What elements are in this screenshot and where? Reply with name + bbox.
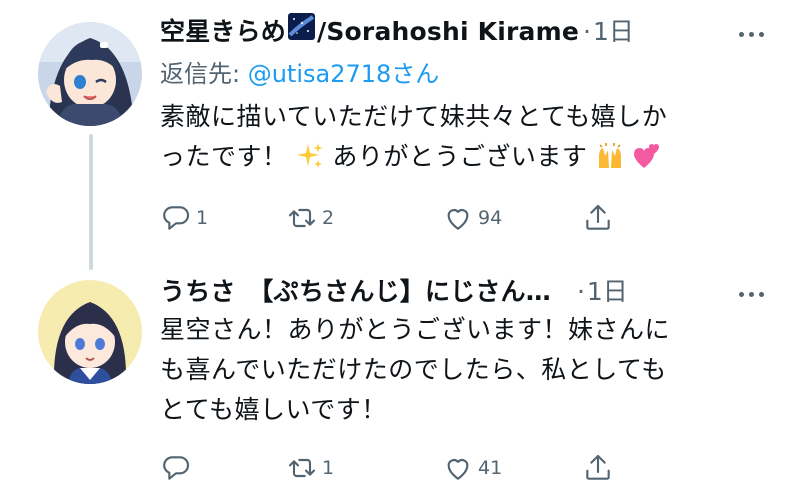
display-name[interactable]: うちさ 【ぷちさんじ】にじさん… bbox=[160, 272, 551, 308]
tweet-header: 空星きらめ /Sorahoshi Kirame · 1日 bbox=[160, 12, 776, 48]
galaxy-emoji-icon bbox=[288, 13, 316, 40]
reply-icon bbox=[163, 206, 189, 230]
more-options-icon[interactable] bbox=[739, 292, 764, 297]
tweet-text: 素敵に描いていただけて妹共々とても嬉しか ったです！ ありがとうございます bbox=[160, 97, 776, 177]
avatar-kirame[interactable] bbox=[38, 22, 142, 126]
tweet-kirame[interactable]: 空星きらめ /Sorahoshi Kirame · 1日 返信先: @utisa… bbox=[160, 12, 776, 230]
like-button[interactable]: 94 bbox=[442, 202, 582, 234]
raising-hands-emoji-icon bbox=[598, 143, 621, 168]
reply-button[interactable] bbox=[160, 452, 286, 484]
tweet-text: 星空さん！ありがとうございます！妹さんに も喜んでいただけたのでしたら、私として… bbox=[160, 310, 776, 430]
heart-icon bbox=[447, 459, 469, 480]
tweet-text-line: 星空さん！ありがとうございます！妹さんに bbox=[160, 315, 671, 344]
retweet-icon bbox=[288, 208, 316, 228]
retweet-button[interactable]: 1 bbox=[286, 452, 442, 484]
reply-count: 1 bbox=[196, 207, 209, 229]
tweet-text-line: とても嬉しいです！ bbox=[160, 395, 387, 424]
heart-icon bbox=[447, 209, 469, 230]
thread-connector-line bbox=[89, 134, 93, 270]
tweet-text-line: ったです！ ありがとうございます bbox=[160, 137, 776, 177]
tweet-actions: 1 2 94 bbox=[160, 202, 660, 234]
separator-dot: · bbox=[583, 17, 591, 46]
avatar-uchisa[interactable] bbox=[38, 280, 142, 384]
tweet-uchisa[interactable]: うちさ 【ぷちさんじ】にじさん… · 1日 星空さん！ありがとうございます！妹さ… bbox=[160, 272, 776, 480]
reply-to-handle[interactable]: @utisa2718さん bbox=[248, 60, 440, 88]
timestamp[interactable]: 1日 bbox=[587, 272, 628, 308]
two-hearts-emoji-icon bbox=[634, 144, 660, 168]
reply-icon bbox=[163, 456, 189, 480]
tweet-actions: 1 41 bbox=[160, 452, 660, 484]
share-icon bbox=[586, 204, 610, 230]
avatar-illustration bbox=[38, 280, 142, 384]
tweet-text-segment: ありがとうございます bbox=[332, 142, 588, 171]
reply-button[interactable]: 1 bbox=[160, 202, 286, 234]
more-options-icon[interactable] bbox=[739, 32, 764, 37]
retweet-count: 1 bbox=[322, 457, 335, 479]
tweet-text-line: も喜んでいただけたのでしたら、私としても bbox=[160, 355, 667, 384]
retweet-icon bbox=[288, 458, 316, 478]
share-icon bbox=[586, 454, 610, 480]
display-name-latin[interactable]: /Sorahoshi Kirame bbox=[317, 17, 579, 46]
avatar-illustration bbox=[38, 22, 142, 126]
share-button[interactable] bbox=[582, 452, 614, 484]
timestamp[interactable]: 1日 bbox=[593, 12, 634, 48]
sparkles-emoji-icon bbox=[296, 143, 323, 168]
tweet-text-segment: ったです！ bbox=[160, 142, 288, 171]
reply-to-line: 返信先: @utisa2718さん bbox=[160, 54, 776, 89]
retweet-button[interactable]: 2 bbox=[286, 202, 442, 234]
like-count: 94 bbox=[478, 207, 503, 229]
like-button[interactable]: 41 bbox=[442, 452, 582, 484]
share-button[interactable] bbox=[582, 202, 614, 234]
retweet-count: 2 bbox=[322, 207, 335, 229]
separator-dot: · bbox=[576, 277, 585, 306]
reply-to-label: 返信先: bbox=[160, 60, 248, 88]
tweet-text-line: 素敵に描いていただけて妹共々とても嬉しか bbox=[160, 102, 668, 131]
display-name[interactable]: 空星きらめ bbox=[160, 12, 286, 48]
like-count: 41 bbox=[478, 457, 503, 479]
tweet-header: うちさ 【ぷちさんじ】にじさん… · 1日 bbox=[160, 272, 776, 308]
